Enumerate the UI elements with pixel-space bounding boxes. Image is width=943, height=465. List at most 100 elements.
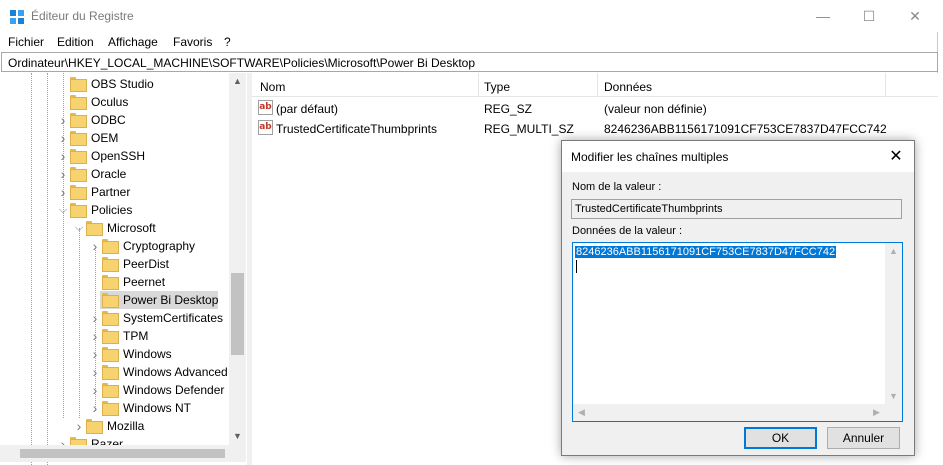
column-separator[interactable] [885,73,886,97]
title-bar: Éditeur du Registre — ☐ ✕ [0,0,938,32]
chevron-right-icon[interactable]: › [90,328,100,344]
folder-icon [70,113,87,128]
folder-icon [102,275,119,290]
chevron-right-icon[interactable]: › [90,238,100,254]
tree-item-label: Cryptography [123,239,196,253]
column-header-donnees[interactable]: Données [604,80,652,94]
chevron-right-icon[interactable]: › [90,310,100,326]
folder-icon [102,257,119,272]
tree-vertical-scrollbar[interactable]: ▲ ▼ [229,73,246,445]
folder-icon [70,95,87,110]
cancel-button[interactable]: Annuler [827,427,900,449]
tree-item-label: Partner [91,185,131,199]
ok-button[interactable]: OK [744,427,817,449]
folder-icon [102,293,119,308]
chevron-right-icon[interactable]: › [90,382,100,398]
folder-icon [70,167,87,182]
text-caret [576,260,577,273]
tree-item-label: TPM [123,329,149,343]
dialog-title: Modifier les chaînes multiples [571,150,729,164]
tree-item-label: Windows NT [123,401,192,415]
value-type: REG_MULTI_SZ [484,122,574,136]
value-data-selected-text: 8246236ABB1156171091CF753CE7837D47FCC742 [575,246,837,258]
chevron-right-icon[interactable]: › [58,166,68,182]
tree-item-label: Mozilla [107,419,145,433]
scroll-up-icon[interactable]: ▲ [885,243,902,260]
chevron-right-icon[interactable]: › [90,364,100,380]
folder-icon [102,401,119,416]
folder-icon [102,311,119,326]
menu-edition[interactable]: Edition [57,35,94,49]
column-separator[interactable] [478,73,479,97]
chevron-right-icon[interactable]: › [58,130,68,146]
tree-item-label: OEM [91,131,119,145]
tree-item-label: OBS Studio [91,77,154,91]
chevron-right-icon[interactable]: › [90,400,100,416]
value-data: (valeur non définie) [604,102,707,116]
menu-help[interactable]: ? [224,35,231,49]
chevron-right-icon[interactable]: › [74,418,84,434]
chevron-right-icon[interactable]: › [58,184,68,200]
folder-icon [86,221,103,236]
tree-horizontal-scrollbar[interactable] [0,445,246,462]
tree-item-label: Oracle [91,167,127,181]
scroll-down-icon[interactable]: ▼ [229,428,246,445]
chevron-right-icon[interactable]: › [58,112,68,128]
close-button[interactable]: ✕ [892,0,938,32]
folder-icon [70,203,87,218]
string-value-icon: ab [258,100,273,115]
tree-item-label: SystemCertificates [123,311,224,325]
value-name: (par défaut) [276,102,339,116]
folder-icon [70,77,87,92]
folder-icon [86,419,103,434]
scroll-up-icon[interactable]: ▲ [229,73,246,90]
minimize-button[interactable]: — [800,0,846,32]
edit-multi-string-dialog: Modifier les chaînes multiples ✕ Nom de … [561,140,915,456]
tree-item-label: Windows [123,347,172,361]
list-row[interactable]: ab (par défaut) REG_SZ (valeur non défin… [252,98,938,118]
maximize-icon: ☐ [862,7,876,24]
folder-icon [102,347,119,362]
scrollbar-corner [885,404,902,421]
tree-item-label: Windows Advanced [123,365,228,379]
tree-hscroll-thumb[interactable] [20,449,225,458]
chevron-right-icon[interactable]: › [90,346,100,362]
chevron-down-icon[interactable]: ⌵ [74,220,84,236]
close-icon: ✕ [909,7,921,24]
tree-item-label: ODBC [91,113,126,127]
value-data: 8246236ABB1156171091CF753CE7837D47FCC742 [604,122,887,136]
tree-item-label: Windows Defender [123,383,225,397]
value-data-label: Données de la valeur : [572,225,683,237]
menu-bar: Fichier Edition Affichage Favoris ? [0,32,938,52]
scroll-left-icon[interactable]: ◀ [573,404,590,421]
registry-tree: OBS Studio Oculus › ODBC › OEM › OpenSSH › Oracle… [0,73,246,465]
tree-scroll-thumb[interactable] [231,273,244,355]
minimize-icon: — [816,8,830,24]
folder-icon [70,131,87,146]
chevron-down-icon[interactable]: ⌵ [58,202,68,218]
chevron-right-icon[interactable]: › [58,148,68,164]
scroll-right-icon[interactable]: ▶ [868,404,885,421]
tree-item-label: PeerDist [123,257,170,271]
textarea-vertical-scrollbar[interactable]: ▲ ▼ [885,243,902,405]
address-path: Ordinateur\HKEY_LOCAL_MACHINE\SOFTWARE\P… [8,56,476,70]
folder-icon [102,329,119,344]
column-separator[interactable] [597,73,598,97]
registry-editor-window: Éditeur du Registre — ☐ ✕ Fichier Editio… [0,0,938,465]
textarea-horizontal-scrollbar[interactable]: ◀ ▶ [573,404,885,421]
column-header-nom[interactable]: Nom [260,80,285,94]
value-data-textarea[interactable]: 8246236ABB1156171091CF753CE7837D47FCC742… [572,242,903,422]
list-header: Nom Type Données [252,73,938,97]
maximize-button[interactable]: ☐ [846,0,892,32]
scroll-down-icon[interactable]: ▼ [885,388,902,405]
address-bar[interactable]: Ordinateur\HKEY_LOCAL_MACHINE\SOFTWARE\P… [1,52,938,72]
value-name: TrustedCertificateThumbprints [276,122,437,136]
list-row[interactable]: ab TrustedCertificateThumbprints REG_MUL… [252,118,938,138]
string-value-icon: ab [258,120,273,135]
tree-item-label: Power Bi Desktop [123,293,219,307]
menu-favoris[interactable]: Favoris [173,35,212,49]
menu-affichage[interactable]: Affichage [108,35,158,49]
dialog-close-icon[interactable]: ✕ [886,147,906,167]
column-header-type[interactable]: Type [484,80,510,94]
menu-fichier[interactable]: Fichier [8,35,44,49]
